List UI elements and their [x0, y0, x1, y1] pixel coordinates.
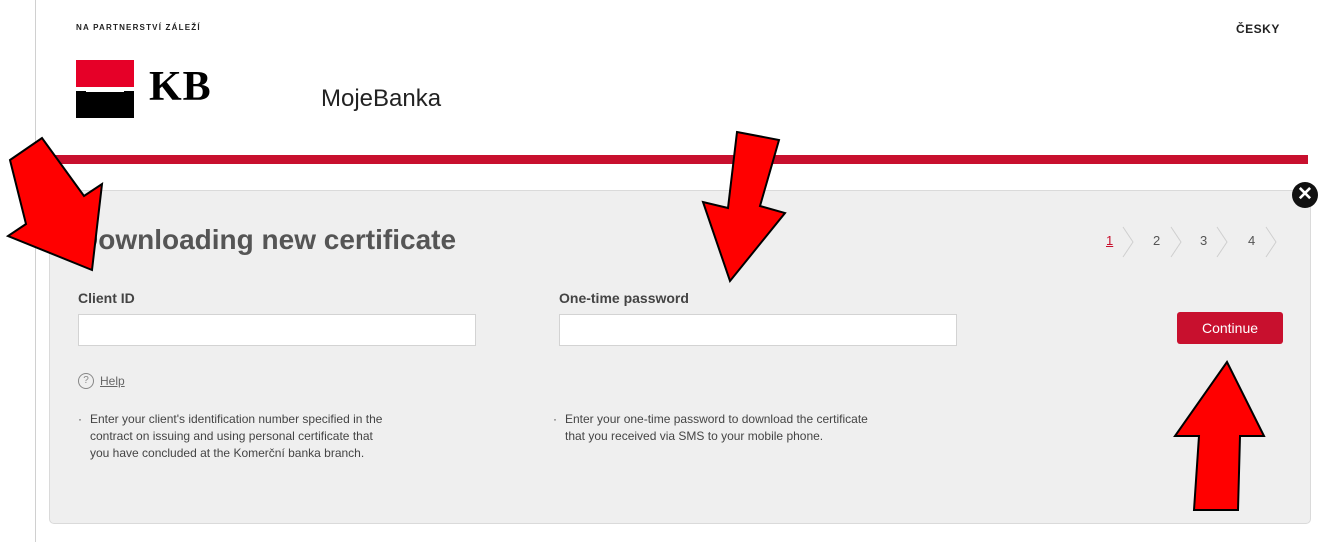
arrow-down-right-icon	[5, 136, 104, 272]
arrow-down-icon	[701, 130, 787, 284]
arrow-up-icon	[1173, 360, 1266, 511]
annotation-arrows	[5, 130, 1266, 511]
